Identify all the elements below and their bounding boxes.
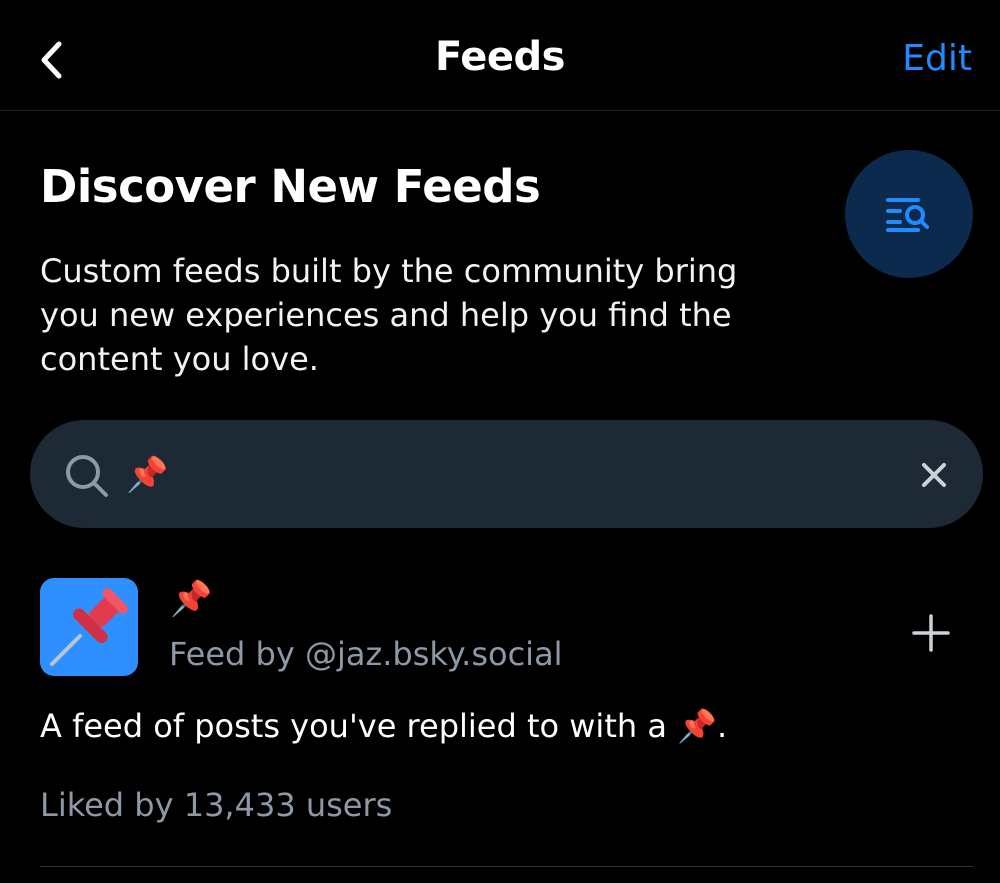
feeds-screen: Feeds Edit Discover New Feeds Custom fee… (0, 0, 1000, 883)
pushpin-icon (50, 588, 128, 666)
divider (40, 866, 973, 867)
plus-icon (912, 614, 950, 652)
feed-creator[interactable]: Feed by @jaz.bsky.social (169, 635, 563, 673)
feed-avatar[interactable] (40, 578, 138, 676)
feed-description: A feed of posts you've replied to with a… (40, 707, 728, 745)
list-search-icon (886, 198, 929, 232)
feed-name[interactable]: 📌 (170, 578, 212, 620)
clear-search-button[interactable] (914, 455, 954, 495)
edit-button[interactable]: Edit (902, 38, 972, 79)
feed-likes[interactable]: Liked by 13,433 users (40, 786, 392, 824)
add-feed-button[interactable] (904, 606, 958, 660)
discover-feeds-button[interactable] (845, 150, 973, 278)
search-icon (66, 455, 108, 497)
page-title: Feeds (435, 34, 565, 80)
search-input[interactable] (126, 450, 886, 500)
discover-heading: Discover New Feeds (40, 160, 541, 213)
top-bar: Feeds Edit (0, 0, 1000, 111)
close-icon (922, 463, 946, 487)
discover-description: Custom feeds built by the community brin… (40, 252, 738, 378)
